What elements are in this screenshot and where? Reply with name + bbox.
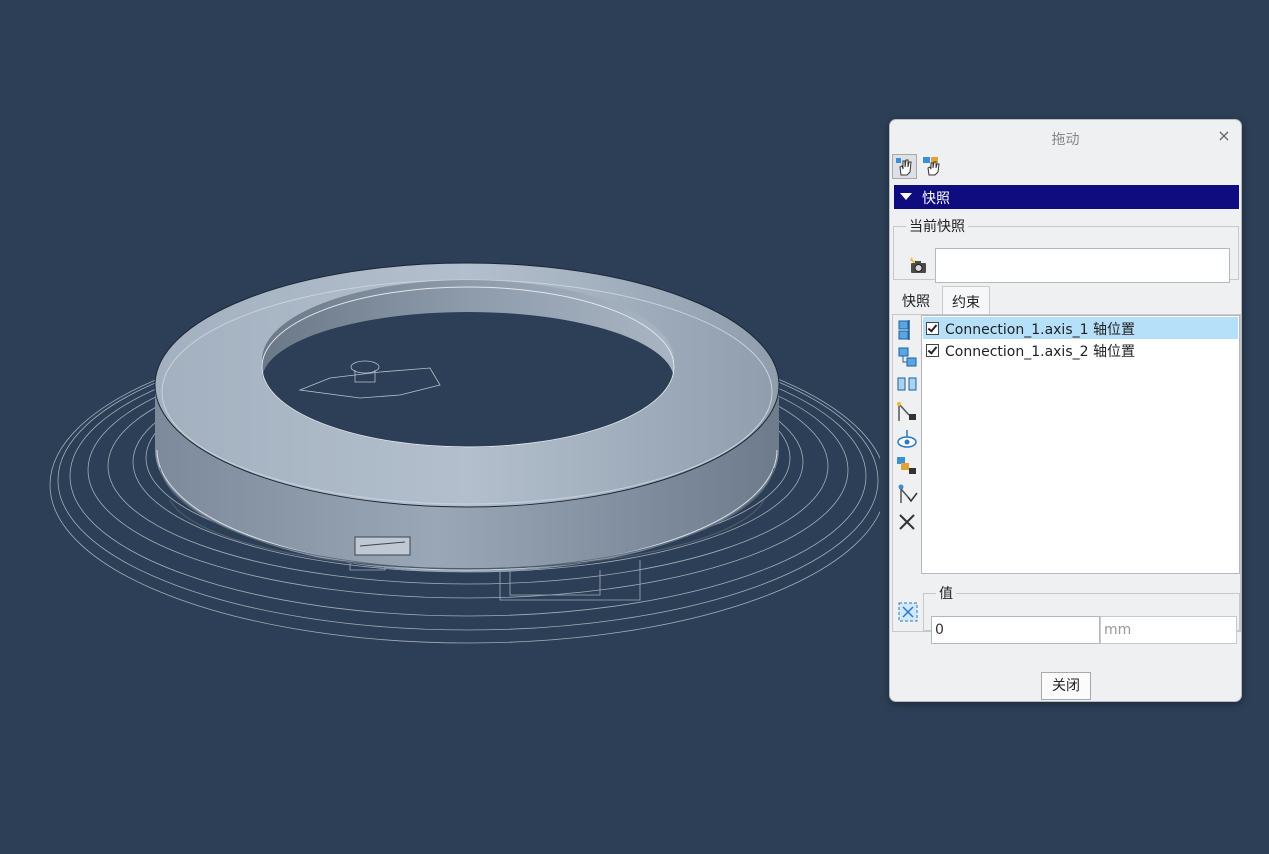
align-left-icon[interactable]: [896, 319, 918, 341]
constraint-label: Connection_1.axis_1 轴位置: [945, 322, 1135, 338]
constraint-row[interactable]: Connection_1.axis_1 轴位置: [923, 317, 1238, 339]
current-snapshot-group: 当前快照: [893, 216, 1239, 283]
align-parallel-icon[interactable]: [896, 373, 918, 395]
dialog-close-button[interactable]: ×: [1215, 127, 1233, 145]
dialog-titlebar[interactable]: 拖动 ×: [890, 120, 1241, 154]
value-settings-icon[interactable]: [897, 601, 919, 623]
constraint-label: Connection_1.axis_2 轴位置: [945, 344, 1135, 360]
drag-dialog: 拖动 × 快照 当前快照 快照 约束 Connection_1.axis_1 轴…: [889, 119, 1242, 702]
dialog-title: 拖动: [1051, 132, 1080, 148]
close-button[interactable]: 关闭: [1041, 672, 1091, 700]
tab-constraints[interactable]: 约束: [942, 286, 990, 314]
drag-body-icon: [923, 157, 940, 176]
constraints-panel: Connection_1.axis_1 轴位置 Connection_1.axi…: [892, 314, 1241, 644]
value-input[interactable]: 0: [931, 616, 1100, 644]
align-offset-icon[interactable]: [896, 346, 918, 368]
value-group: 值 0 mm: [923, 583, 1240, 644]
constraints-list[interactable]: Connection_1.axis_1 轴位置 Connection_1.axi…: [921, 315, 1240, 574]
enable-connection-icon[interactable]: [896, 483, 918, 505]
drag-body-button[interactable]: [920, 154, 945, 179]
model-viewport[interactable]: [0, 0, 880, 854]
motion-axis-icon[interactable]: [896, 401, 918, 423]
drag-point-button[interactable]: [892, 154, 917, 179]
tab-snapshots[interactable]: 快照: [892, 286, 940, 314]
delete-icon[interactable]: [896, 511, 918, 533]
value-label: 值: [939, 586, 953, 602]
locked-bodies-icon[interactable]: [896, 455, 918, 477]
ring-model: [49, 262, 880, 644]
current-snapshot-input[interactable]: [935, 248, 1230, 283]
collapse-triangle-icon: [900, 193, 912, 200]
unit-field: mm: [1100, 616, 1237, 644]
constraint-checkbox[interactable]: [926, 322, 939, 335]
constraint-row[interactable]: Connection_1.axis_2 轴位置: [923, 339, 1238, 361]
current-snapshot-label: 当前快照: [909, 219, 965, 235]
drag-point-icon: [896, 158, 912, 176]
section-label: 快照: [922, 191, 950, 207]
orient-eye-icon[interactable]: [896, 428, 918, 450]
constraint-checkbox[interactable]: [926, 344, 939, 357]
snapshot-section-header[interactable]: 快照: [894, 185, 1239, 209]
take-snapshot-camera-icon[interactable]: [906, 256, 928, 276]
